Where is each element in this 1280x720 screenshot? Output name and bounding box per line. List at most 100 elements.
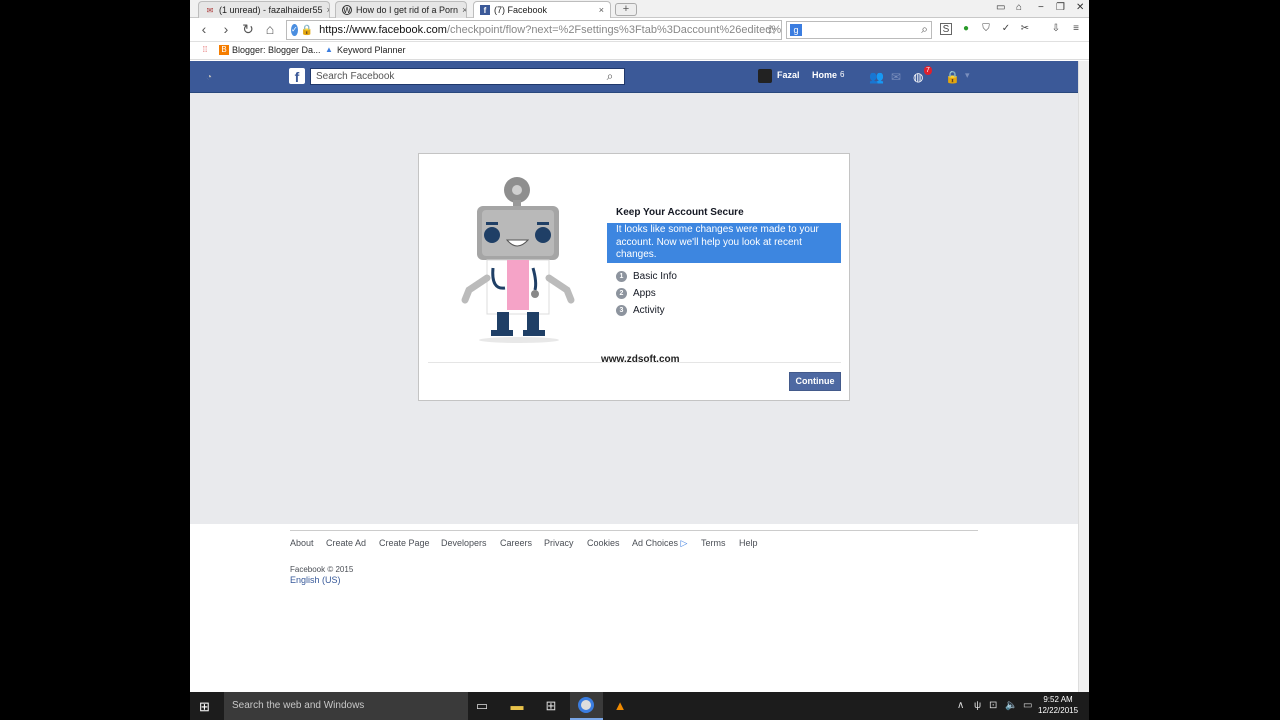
volume-icon[interactable]: 🔈 <box>1005 700 1017 711</box>
card-description: It looks like some changes were made to … <box>607 223 841 263</box>
windows-taskbar: ⊞ Search the web and Windows ▭ ▬ ⊞ ▲ ∧ ψ… <box>190 692 1089 720</box>
tray-app-icon[interactable]: ψ <box>974 700 981 711</box>
chrome-taskbar-button[interactable] <box>570 692 603 720</box>
close-icon[interactable]: × <box>458 5 466 15</box>
store-icon[interactable]: ⊞ <box>541 698 561 714</box>
extension-s-icon[interactable]: S <box>940 23 952 35</box>
home-icon[interactable]: ⌂ <box>261 21 279 37</box>
back-icon[interactable]: ‹ <box>195 21 213 37</box>
checkpoint-card: Keep Your Account Secure It looks like s… <box>418 153 850 401</box>
avatar[interactable] <box>758 69 772 83</box>
security-shield-icon: ✓ <box>291 24 298 36</box>
tab-label: (1 unread) - fazalhaider55 <box>219 5 323 15</box>
copyright: Facebook © 2015 <box>290 565 354 574</box>
new-tab-button[interactable]: + <box>615 3 637 16</box>
watermark: www.zdsoft.com <box>601 354 680 365</box>
google-search-box[interactable]: g ⌕ <box>786 21 932 39</box>
facebook-main: Keep Your Account Secure It looks like s… <box>190 93 1078 524</box>
step-number: 3 <box>616 305 627 316</box>
profile-link[interactable]: Fazal <box>777 70 800 80</box>
tab-facebook[interactable]: f (7) Facebook × <box>473 1 611 18</box>
close-icon[interactable]: × <box>323 5 329 15</box>
clock-date: 12/22/2015 <box>1038 706 1079 715</box>
forward-icon[interactable]: › <box>217 21 235 37</box>
bookmark-blogger[interactable]: B Blogger: Blogger Da... <box>219 45 321 55</box>
bookmarks-bar: ⁞⁞ B Blogger: Blogger Da... ▲ Keyword Pl… <box>190 42 1089 60</box>
facebook-header: ◔ f Search Facebook ⌕ Fazal Home 6 👥 ✉ ◍… <box>190 61 1078 93</box>
tab-wordpress[interactable]: W How do I get rid of a Porn × <box>335 1 467 18</box>
language-link[interactable]: English (US) <box>290 575 341 585</box>
user-icon[interactable]: ▭ <box>996 2 1005 13</box>
facebook-search-input[interactable]: Search Facebook <box>310 68 625 85</box>
google-icon: g <box>790 24 802 36</box>
pin-icon[interactable]: ⌂ <box>1016 2 1022 13</box>
extension-shield-icon[interactable]: ⛉ <box>980 23 992 35</box>
footer-link-about[interactable]: About <box>290 538 314 548</box>
step-activity: 3 Activity <box>616 305 665 316</box>
screen: ✉ (1 unread) - fazalhaider55 × W How do … <box>190 0 1089 720</box>
ad-choices-label: Ad Choices <box>632 538 679 548</box>
notification-badge: 7 <box>924 66 932 75</box>
search-icon[interactable]: ⌕ <box>595 68 625 85</box>
restore-icon[interactable]: ❐ <box>1056 2 1065 13</box>
apps-icon[interactable]: ⁞⁞ <box>200 45 213 55</box>
adwords-icon: ▲ <box>325 45 333 54</box>
facebook-footer: About Create Ad Create Page Developers C… <box>190 524 1078 692</box>
blogger-icon: B <box>219 45 229 55</box>
scrollbar[interactable] <box>1078 61 1089 692</box>
clock[interactable]: 9:52 AM 12/22/2015 <box>1038 694 1078 716</box>
home-link[interactable]: Home <box>812 70 837 80</box>
step-label: Apps <box>633 288 656 299</box>
action-center-icon[interactable]: ▭ <box>1023 700 1032 711</box>
network-icon[interactable]: ⊡ <box>989 700 997 711</box>
task-view-icon[interactable]: ▭ <box>472 698 492 714</box>
mail-icon: ✉ <box>206 5 214 15</box>
chevron-down-icon[interactable]: ▾ <box>965 70 970 81</box>
bookmark-label: Keyword Planner <box>337 45 406 55</box>
footer-link-privacy[interactable]: Privacy <box>544 538 574 548</box>
facebook-logo-icon[interactable]: f <box>289 68 305 85</box>
menu-icon[interactable]: ≡ <box>1070 23 1082 35</box>
messages-icon[interactable]: ✉ <box>891 70 901 84</box>
address-bar[interactable]: ✓ 🔒 https://www.facebook.com/checkpoint/… <box>286 20 782 40</box>
extension-download-icon[interactable]: ⇩ <box>1050 23 1062 35</box>
home-count: 6 <box>840 70 845 79</box>
file-explorer-icon[interactable]: ▬ <box>507 698 527 713</box>
friend-requests-icon[interactable]: 👥 <box>869 70 884 84</box>
bookmark-star-icon[interactable]: ☆ <box>766 23 777 37</box>
extension-v-icon[interactable]: ✓ <box>1000 23 1012 35</box>
notifications-globe-icon[interactable]: ◍ <box>913 70 923 84</box>
step-basic-info: 1 Basic Info <box>616 271 677 282</box>
footer-divider <box>290 530 978 531</box>
extension-scissors-icon[interactable]: ✂ <box>1019 23 1031 35</box>
footer-link-create-ad[interactable]: Create Ad <box>326 538 366 548</box>
minimize-icon[interactable]: − <box>1038 2 1044 13</box>
tray-chevron-icon[interactable]: ∧ <box>957 700 964 711</box>
footer-link-careers[interactable]: Careers <box>500 538 532 548</box>
continue-button[interactable]: Continue <box>789 372 841 391</box>
step-number: 2 <box>616 288 627 299</box>
footer-link-developers[interactable]: Developers <box>441 538 487 548</box>
ad-choices-icon: ▷ <box>680 538 688 548</box>
taskbar-search-input[interactable]: Search the web and Windows <box>224 692 468 720</box>
facebook-icon: f <box>480 5 490 15</box>
step-number: 1 <box>616 271 627 282</box>
footer-link-create-page[interactable]: Create Page <box>379 538 430 548</box>
vlc-icon[interactable]: ▲ <box>610 698 630 713</box>
search-icon[interactable]: ⌕ <box>921 22 928 37</box>
window-close-icon[interactable]: ✕ <box>1076 2 1084 13</box>
extension-green-icon[interactable]: ● <box>960 23 972 35</box>
footer-link-terms[interactable]: Terms <box>701 538 726 548</box>
footer-link-help[interactable]: Help <box>739 538 758 548</box>
footer-link-cookies[interactable]: Cookies <box>587 538 620 548</box>
windows-start-icon[interactable]: ⊞ <box>199 699 210 715</box>
footer-link-ad-choices[interactable]: Ad Choices ▷ <box>632 538 687 549</box>
step-label: Activity <box>633 305 665 316</box>
tab-gmail[interactable]: ✉ (1 unread) - fazalhaider55 × <box>198 1 330 18</box>
close-icon[interactable]: × <box>595 5 604 15</box>
url-path: /checkpoint/flow?next=%2Fsettings%3Ftab%… <box>446 24 782 36</box>
reload-icon[interactable]: ↻ <box>239 21 257 38</box>
bookmark-label: Blogger: Blogger Da... <box>232 45 321 55</box>
bookmark-keyword-planner[interactable]: ▲ Keyword Planner <box>324 45 406 55</box>
privacy-icon[interactable]: 🔒 <box>945 70 960 84</box>
